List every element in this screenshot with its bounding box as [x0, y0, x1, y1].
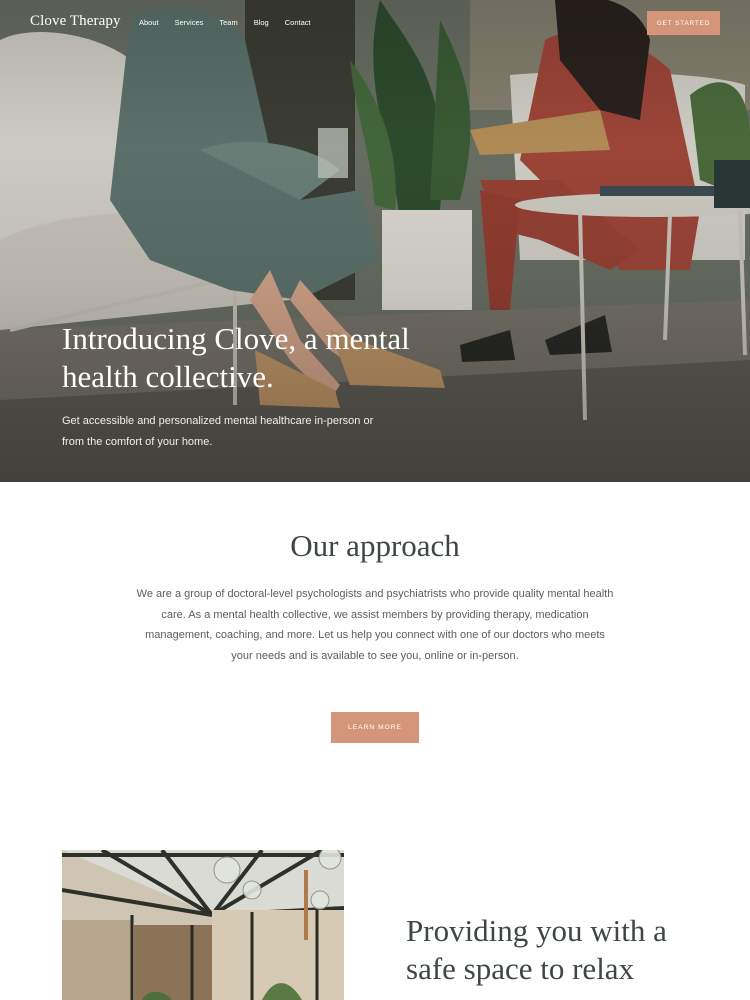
get-started-button[interactable]: GET STARTED	[647, 11, 720, 35]
nav-link-services[interactable]: Services	[175, 18, 204, 27]
nav-link-blog[interactable]: Blog	[254, 18, 269, 27]
main-nav: About Services Team Blog Contact	[139, 18, 327, 27]
hero-subtitle: Get accessible and personalized mental h…	[62, 415, 374, 448]
safe-space-title: Providing you with a safe space to relax	[406, 913, 667, 986]
nav-link-contact[interactable]: Contact	[285, 18, 311, 27]
hero-section: Clove Therapy About Services Team Blog C…	[0, 0, 750, 482]
learn-more-button[interactable]: LEARN MORE	[331, 712, 419, 743]
approach-title: Our approach	[290, 528, 460, 563]
hero-title: Introducing Clove, a mental health colle…	[62, 321, 410, 394]
hero-overlay	[0, 0, 750, 482]
atrium-photo	[62, 850, 344, 1000]
approach-description: We are a group of doctoral-level psychol…	[136, 588, 614, 662]
nav-link-team[interactable]: Team	[219, 18, 237, 27]
brand-logo[interactable]: Clove Therapy	[30, 13, 121, 30]
nav-link-about[interactable]: About	[139, 18, 159, 27]
site-header: Clove Therapy About Services Team Blog C…	[0, 0, 750, 46]
